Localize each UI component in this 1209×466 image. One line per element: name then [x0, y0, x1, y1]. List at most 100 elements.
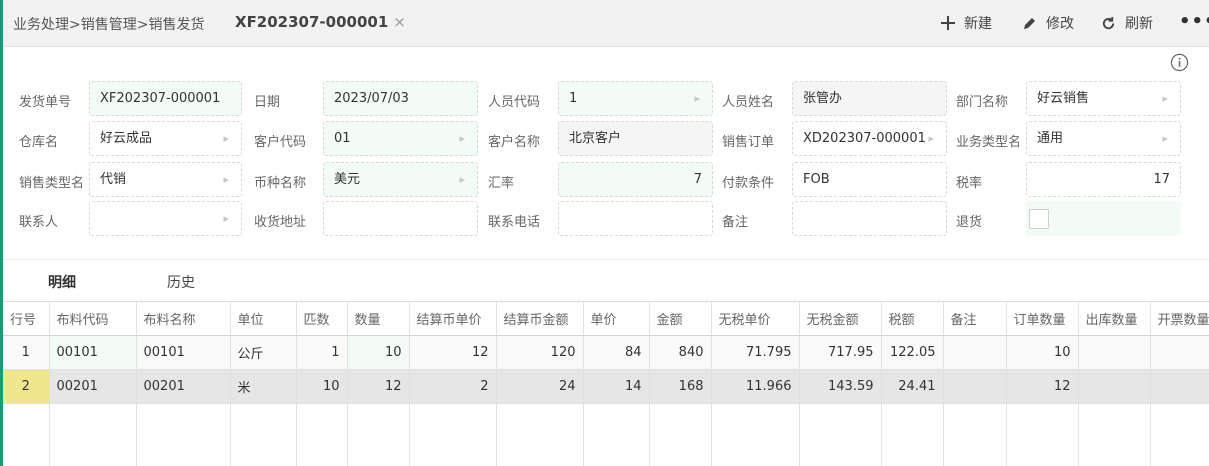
customer-code-field[interactable]: 01 ▸ [323, 121, 478, 156]
remark-field[interactable] [792, 201, 947, 236]
cell-fabric-code[interactable]: 00201 [49, 369, 137, 404]
header-bar: 业务处理>销售管理>销售发货 XF202307-000001 × 新建 修改 刷新… [3, 0, 1209, 47]
return-checkbox[interactable] [1029, 209, 1049, 229]
col-header[interactable]: 匹数 [296, 302, 348, 336]
more-icon[interactable]: ••• [1179, 13, 1209, 31]
label-sales-order: 销售订单 [722, 135, 775, 150]
cell-settle-price[interactable]: 12 [409, 335, 497, 370]
sales-order-field[interactable]: XD202307-000001 ▸ [792, 121, 947, 156]
cell-order-qty: 12 [1006, 369, 1079, 404]
date-field[interactable]: 2023/07/03 [323, 81, 478, 116]
ship-address-field[interactable] [323, 201, 478, 236]
refresh-button[interactable]: 刷新 [1101, 13, 1153, 33]
biz-type-field[interactable]: 通用 ▸ [1026, 121, 1181, 156]
cell-quantity[interactable]: 12 [347, 369, 410, 404]
breadcrumb: 业务处理>销售管理>销售发货 [13, 17, 205, 33]
pencil-icon [1024, 17, 1035, 29]
cell-invoice-qty [1150, 335, 1209, 370]
col-header[interactable]: 金额 [649, 302, 712, 336]
cell-net-price: 71.795 [711, 335, 800, 370]
col-header[interactable]: 订单数量 [1006, 302, 1079, 336]
table-header-row: 行号 布料代码 布料名称 单位 匹数 数量 结算币单价 结算币金额 单价 金额 … [3, 302, 1209, 336]
refresh-button-label: 刷新 [1125, 16, 1153, 32]
col-header[interactable]: 无税单价 [711, 302, 800, 336]
cell-quantity[interactable]: 10 [347, 335, 410, 370]
cell-fabric-name: 00201 [136, 369, 231, 404]
currency-field[interactable]: 美元 ▸ [323, 162, 478, 197]
sales-type-field[interactable]: 代销 ▸ [89, 162, 242, 197]
staff-code-field[interactable]: 1 ▸ [558, 81, 713, 116]
cell-row-no: 1 [3, 335, 50, 370]
col-header[interactable]: 开票数量 [1150, 302, 1209, 336]
contact-field[interactable]: ▸ [89, 201, 242, 236]
chevron-right-icon: ▸ [223, 132, 229, 145]
label-exchange-rate: 汇率 [488, 176, 515, 191]
cell-settle-amount: 120 [496, 335, 584, 370]
label-phone: 联系电话 [488, 215, 541, 230]
col-header[interactable]: 单价 [583, 302, 650, 336]
exchange-rate-field[interactable]: 7 [558, 162, 713, 197]
tax-rate-field[interactable]: 17 [1026, 162, 1181, 197]
cell-unit: 米 [230, 369, 297, 404]
cell-net-amount: 717.95 [799, 335, 882, 370]
col-header[interactable]: 结算币金额 [496, 302, 584, 336]
cell-pieces[interactable]: 1 [296, 335, 348, 370]
label-tax-rate: 税率 [956, 176, 983, 191]
dept-name-field[interactable]: 好云销售 ▸ [1026, 81, 1181, 116]
customer-name-field: 北京客户 [558, 121, 713, 156]
col-header[interactable]: 布料代码 [49, 302, 137, 336]
col-header[interactable]: 备注 [943, 302, 1007, 336]
tab-detail[interactable]: 明细 [48, 272, 76, 292]
edit-button[interactable]: 修改 [1022, 13, 1074, 33]
staff-name-field: 张管办 [792, 81, 947, 116]
label-customer-code: 客户代码 [254, 135, 307, 150]
cell-fabric-name: 00101 [136, 335, 231, 370]
chevron-right-icon: ▸ [223, 173, 229, 186]
cell-net-amount: 143.59 [799, 369, 882, 404]
cell-order-qty: 10 [1006, 335, 1079, 370]
col-header[interactable]: 布料名称 [136, 302, 231, 336]
cell-tax: 24.41 [881, 369, 944, 404]
col-header[interactable]: 数量 [347, 302, 410, 336]
label-ship-no: 发货单号 [19, 95, 72, 110]
table-row[interactable]: 2 00201 00201 米 10 12 2 24 14 168 11.966… [3, 369, 1209, 404]
chevron-right-icon: ▸ [1162, 92, 1168, 105]
new-button[interactable]: 新建 [941, 13, 992, 33]
plus-icon [941, 16, 955, 30]
col-header[interactable]: 出库数量 [1078, 302, 1151, 336]
cell-fabric-code[interactable]: 00101 [49, 335, 137, 370]
chevron-right-icon: ▸ [1162, 132, 1168, 145]
cell-remark[interactable] [943, 335, 1007, 370]
payment-terms-field[interactable]: FOB [792, 162, 947, 197]
section-divider [3, 259, 1209, 260]
chevron-right-icon: ▸ [928, 132, 934, 145]
col-header[interactable]: 无税金额 [799, 302, 882, 336]
table-row[interactable]: 1 00101 00101 公斤 1 10 12 120 84 840 71.7… [3, 335, 1209, 370]
warehouse-field[interactable]: 好云成品 ▸ [89, 121, 242, 156]
label-dept-name: 部门名称 [956, 95, 1009, 110]
cell-price: 14 [583, 369, 650, 404]
info-icon[interactable] [1170, 53, 1189, 72]
col-header[interactable]: 税额 [881, 302, 944, 336]
cell-out-qty [1078, 369, 1151, 404]
close-icon[interactable]: × [393, 13, 406, 31]
label-ship-address: 收货地址 [254, 215, 307, 230]
cell-settle-price[interactable]: 2 [409, 369, 497, 404]
document-tab[interactable]: XF202307-000001 × [235, 13, 406, 31]
label-customer-name: 客户名称 [488, 135, 541, 150]
label-payment-terms: 付款条件 [722, 176, 775, 191]
label-staff-code: 人员代码 [488, 95, 541, 110]
empty-row [3, 403, 1209, 466]
cell-row-no: 2 [3, 369, 50, 404]
col-header[interactable]: 结算币单价 [409, 302, 497, 336]
col-header[interactable]: 单位 [230, 302, 297, 336]
new-button-label: 新建 [964, 16, 992, 32]
label-staff-name: 人员姓名 [722, 95, 775, 110]
ship-no-field[interactable]: XF202307-000001 [89, 81, 242, 116]
cell-remark[interactable] [943, 369, 1007, 404]
col-header[interactable]: 行号 [3, 302, 50, 336]
tab-history[interactable]: 历史 [167, 272, 195, 292]
return-field [1026, 201, 1181, 236]
cell-pieces[interactable]: 10 [296, 369, 348, 404]
phone-field[interactable] [558, 201, 713, 236]
